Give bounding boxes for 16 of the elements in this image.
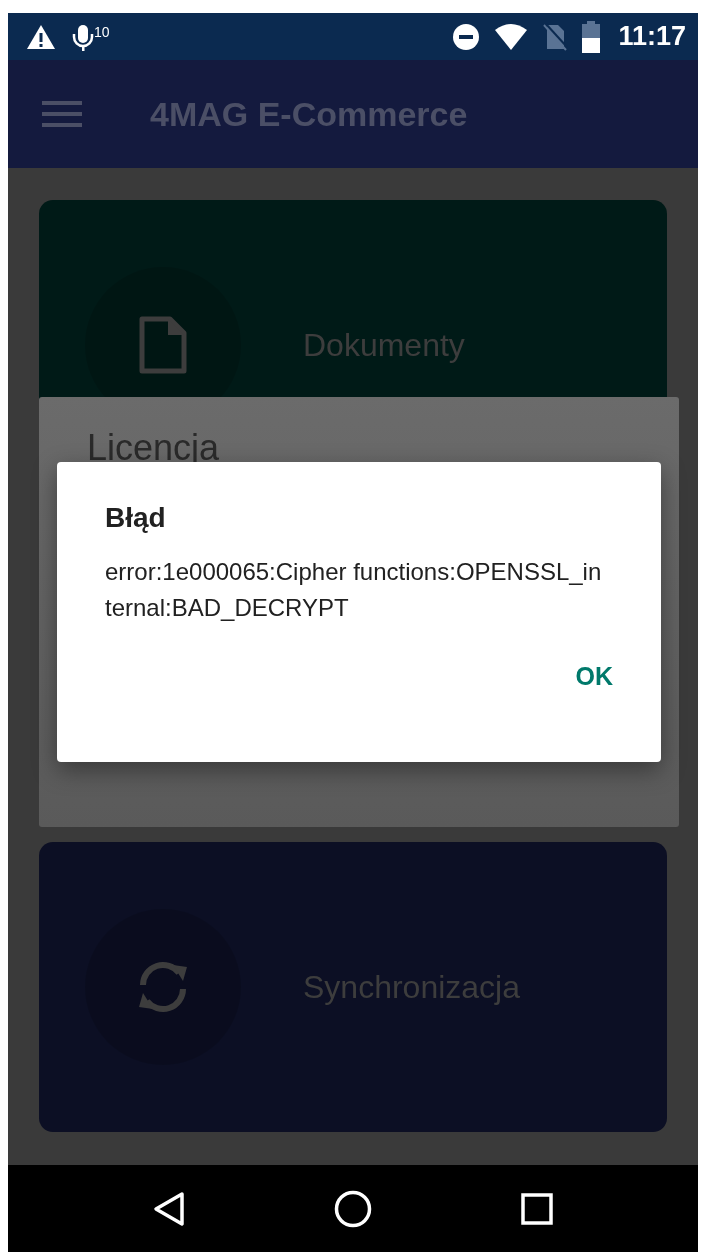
card-label: Dokumenty xyxy=(303,326,465,364)
warning-icon xyxy=(26,23,56,50)
error-message: error:1e000065:Cipher functions:OPENSSL_internal:BAD_DECRYPT xyxy=(105,557,603,623)
file-icon xyxy=(138,316,188,374)
back-icon[interactable] xyxy=(152,1190,185,1227)
do-not-disturb-icon xyxy=(452,22,481,51)
ok-button[interactable]: OK xyxy=(557,654,631,699)
recent-apps-icon[interactable] xyxy=(521,1192,554,1225)
home-icon[interactable] xyxy=(334,1189,372,1228)
no-sim-icon xyxy=(542,21,569,52)
notification-count: 10 xyxy=(94,23,110,40)
dialog-title: Licencja xyxy=(87,427,220,468)
clock-time: 11:17 xyxy=(618,21,686,52)
wifi-icon xyxy=(494,23,529,50)
battery-icon xyxy=(582,20,601,53)
dialog-title: Błąd xyxy=(105,502,167,534)
